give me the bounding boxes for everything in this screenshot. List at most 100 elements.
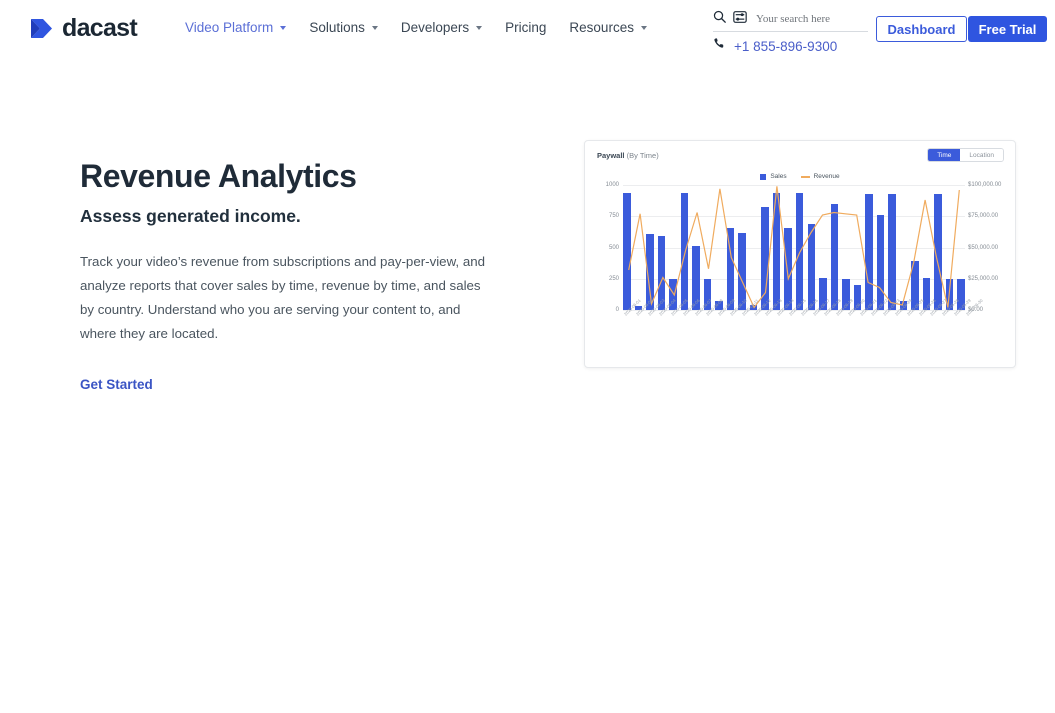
- y-tick-left: 750: [608, 213, 619, 220]
- search-input[interactable]: Your search here: [756, 13, 830, 25]
- chart-bar[interactable]: [876, 215, 885, 310]
- x-tick-label: 2020-06-06: [682, 298, 710, 341]
- nav-item-solutions[interactable]: Solutions: [309, 20, 378, 35]
- revenue-subtitle: Assess generated income.: [80, 205, 301, 226]
- legend-label: Sales: [770, 173, 787, 180]
- chevron-down-icon: [476, 25, 483, 30]
- x-tick-label: 2020-06-24: [894, 298, 922, 341]
- x-tick-label: 2020-06-10: [729, 298, 757, 341]
- x-tick-label: 2020-06-21: [859, 298, 887, 341]
- chart-title-main: Paywall: [597, 151, 625, 160]
- nav-item-video-platform[interactable]: Video Platform: [185, 20, 287, 35]
- x-tick-label: 2020-06-28: [941, 298, 969, 341]
- chart-view-toggle: Time Location: [927, 148, 1004, 162]
- x-tick-label: 2020-06-08: [705, 298, 733, 341]
- x-tick-label: 2020-06-29: [953, 298, 981, 341]
- chart-bar[interactable]: [680, 192, 689, 310]
- x-tick-label: 2020-06-22: [870, 298, 898, 341]
- search-bar[interactable]: Your search here: [713, 10, 868, 32]
- chart-y-axis-right: $100,000.00 $75,000.00 $50,000.00 $25,000.0…: [968, 182, 1012, 313]
- chart-bar[interactable]: [807, 223, 815, 310]
- nav-label: Developers: [400, 20, 470, 35]
- section-audience-engagement: A. apple B. banana C. carrot: [0, 398, 1055, 713]
- x-tick-label: 2020-06-13: [764, 298, 792, 341]
- phone-link[interactable]: +1 855-896-9300: [713, 37, 837, 55]
- paywall-chart-card: Paywall (By Time) Time Location Sales Re…: [584, 140, 1016, 368]
- x-tick-label: 2020-06-01: [623, 297, 642, 317]
- x-tick-label: 2020-06-04: [658, 297, 678, 317]
- chart-bar[interactable]: [761, 206, 769, 310]
- x-tick-label: 2020-06-02: [634, 297, 654, 317]
- x-tick-label: 2020-06-03: [646, 297, 666, 317]
- x-tick-label: 2020-06-16: [800, 298, 828, 341]
- chevron-down-icon: [640, 25, 647, 30]
- x-tick-label: 2020-06-14: [776, 298, 804, 341]
- x-tick-label: 2020-06-30: [964, 297, 984, 317]
- nav-label: Video Platform: [185, 20, 274, 35]
- nav-item-pricing[interactable]: Pricing: [505, 20, 546, 35]
- chart-title-suffix: (By Time): [626, 151, 659, 160]
- legend-item-sales[interactable]: Sales: [760, 173, 787, 180]
- phone-icon: [713, 37, 726, 55]
- dacast-logo-icon: [28, 15, 55, 42]
- legend-line-icon: [800, 175, 810, 178]
- chart-bar[interactable]: [795, 192, 804, 310]
- x-tick-label: 2020-06-09: [717, 298, 745, 341]
- x-tick-label: 2020-06-25: [906, 298, 934, 341]
- nav-label: Solutions: [309, 20, 365, 35]
- logo-text: dacast: [62, 14, 138, 42]
- x-tick-label: 2020-06-20: [847, 298, 875, 341]
- y-tick-left: 1000: [605, 182, 619, 188]
- nav-item-developers[interactable]: Developers: [400, 20, 483, 35]
- x-tick-label: 2020-06-23: [882, 298, 910, 341]
- free-trial-button[interactable]: Free Trial: [968, 16, 1047, 42]
- legend-item-revenue[interactable]: Revenue: [800, 173, 840, 180]
- chart-y-axis-left: 1000 750 500 250 0: [593, 182, 619, 313]
- chart-x-axis: 2020-06-01 2020-06-02 2020-06-03 2020-06-04…: [623, 297, 983, 353]
- y-tick-left: 500: [608, 244, 619, 251]
- chart-bars: [623, 185, 965, 310]
- chart-bar[interactable]: [623, 192, 631, 310]
- toggle-option-location[interactable]: Location: [960, 149, 1003, 161]
- x-tick-label: 2020-06-17: [812, 298, 840, 341]
- x-tick-label: 2020-06-26: [918, 298, 946, 341]
- dacast-logo[interactable]: dacast: [28, 14, 138, 43]
- revenue-body: Track your video’s revenue from subscrip…: [80, 253, 486, 342]
- y-tick-left: 0: [615, 307, 619, 313]
- chevron-down-icon: [280, 25, 287, 30]
- chart-bar[interactable]: [772, 192, 781, 310]
- chart-title: Paywall (By Time): [597, 151, 659, 160]
- chart-bar[interactable]: [830, 203, 839, 310]
- section-revenue-analytics: Revenue Analytics Assess generated incom…: [0, 58, 1055, 398]
- chart-legend: Sales Revenue: [585, 173, 1015, 180]
- chart-canvas: [623, 185, 965, 311]
- revenue-copy-block: Revenue Analytics Assess generated incom…: [80, 158, 510, 394]
- y-tick-right: $50,000.00: [968, 244, 999, 251]
- chart-bar[interactable]: [888, 193, 896, 310]
- search-icon[interactable]: [713, 10, 726, 28]
- x-tick-label: 2020-06-15: [788, 298, 816, 341]
- main-nav: Video Platform Solutions Developers Pric…: [185, 20, 647, 35]
- filter-sliders-icon[interactable]: [733, 10, 747, 28]
- y-tick-right: $100,000.00: [968, 182, 1002, 188]
- site-header: dacast Video Platform Solutions Develope…: [0, 0, 1055, 58]
- y-tick-right: $25,000.00: [968, 275, 999, 282]
- x-tick-label: 2020-06-11: [741, 298, 769, 341]
- chart-bar[interactable]: [865, 193, 873, 310]
- x-tick-label: 2020-06-27: [929, 298, 957, 341]
- page-title: Revenue Analytics: [80, 158, 357, 194]
- dashboard-button[interactable]: Dashboard: [876, 16, 967, 42]
- legend-square-icon: [760, 173, 767, 180]
- x-tick-label: 2020-06-19: [835, 298, 863, 341]
- x-tick-label: 2020-06-18: [823, 298, 851, 341]
- y-tick-left: 250: [608, 275, 619, 282]
- nav-item-resources[interactable]: Resources: [569, 20, 647, 35]
- phone-number: +1 855-896-9300: [734, 38, 838, 54]
- toggle-option-time[interactable]: Time: [928, 149, 961, 161]
- chart-bar[interactable]: [934, 193, 942, 310]
- legend-label: Revenue: [813, 173, 840, 180]
- y-tick-right: $75,000.00: [968, 213, 999, 220]
- x-tick-label: 2020-06-12: [753, 298, 781, 341]
- nav-label: Resources: [569, 20, 634, 35]
- get-started-link[interactable]: Get Started: [80, 377, 153, 392]
